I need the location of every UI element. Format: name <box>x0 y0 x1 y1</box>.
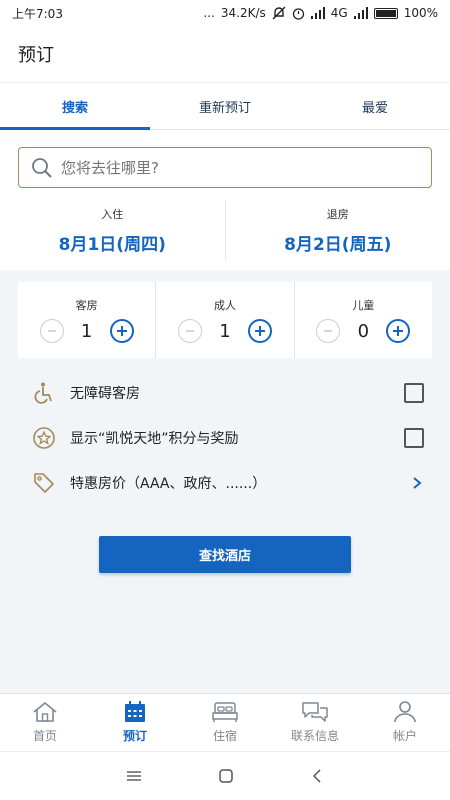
nav-account[interactable]: 帐户 <box>360 694 450 751</box>
nav-booking-label: 预订 <box>122 729 147 743</box>
accessible-room-label: 无障碍客房 <box>70 386 140 402</box>
page-title: 预订 <box>18 45 54 66</box>
check-out-label: 退房 <box>326 207 349 221</box>
show-points-checkbox[interactable] <box>404 428 424 448</box>
back-icon[interactable] <box>310 768 324 784</box>
tab-label: 重新预订 <box>198 100 251 116</box>
nav-stays[interactable]: 住宿 <box>180 694 270 751</box>
system-nav-bar <box>0 751 450 800</box>
star-badge-icon <box>30 424 58 452</box>
children-counter: 儿童 0 <box>293 282 432 358</box>
special-rates-label: 特惠房价（AAA、政府、......） <box>70 476 267 492</box>
tab-label: 搜索 <box>61 100 88 116</box>
children-increment-button[interactable] <box>386 319 411 343</box>
network-type: 4G <box>330 6 348 20</box>
tab-bar: 搜索 重新预订 最爱 <box>0 82 450 130</box>
nav-home-label: 首页 <box>32 729 57 743</box>
search-icon <box>32 157 52 178</box>
plus-icon <box>254 326 265 336</box>
nav-booking[interactable]: 预订 <box>90 694 180 751</box>
chevron-right-icon <box>413 477 422 489</box>
status-dots: ... <box>203 6 215 20</box>
tag-icon <box>30 469 58 497</box>
children-value: 0 <box>357 320 370 342</box>
wheelchair-icon <box>30 379 58 407</box>
menu-icon[interactable] <box>126 769 142 783</box>
children-label: 儿童 <box>352 299 375 312</box>
check-in-date[interactable]: 入住 8月1日(周四) <box>0 200 225 260</box>
rooms-decrement-button[interactable] <box>39 319 64 343</box>
rooms-label: 客房 <box>75 299 98 312</box>
tab-search[interactable]: 搜索 <box>0 83 150 130</box>
accessible-room-option[interactable]: 无障碍客房 <box>30 378 424 408</box>
calendar-icon <box>125 701 145 722</box>
accessible-room-checkbox[interactable] <box>404 383 424 403</box>
adults-decrement-button[interactable] <box>177 319 202 343</box>
home-icon <box>33 701 57 722</box>
status-icons: ... 34.2K/s 4G 100% <box>203 6 438 20</box>
search-section: 入住 8月1日(周四) 退房 8月2日(周五) <box>0 130 450 270</box>
adults-increment-button[interactable] <box>247 319 272 343</box>
person-icon <box>394 701 416 723</box>
find-hotels-button[interactable]: 查找酒店 <box>99 536 351 573</box>
plus-icon <box>116 326 127 336</box>
check-out-date[interactable]: 退房 8月2日(周五) <box>224 200 450 260</box>
status-time: 上午7:03 <box>12 6 63 21</box>
adults-label: 成人 <box>213 299 236 312</box>
battery-level: 100% <box>403 6 438 20</box>
bed-icon <box>212 702 238 722</box>
destination-search[interactable] <box>18 147 432 188</box>
minus-icon <box>47 330 56 332</box>
nav-contact-label: 联系信息 <box>290 729 339 743</box>
destination-input[interactable] <box>61 158 401 177</box>
nav-stays-label: 住宿 <box>212 729 237 743</box>
plus-icon <box>393 326 404 336</box>
chat-icon <box>302 702 328 722</box>
show-points-label: 显示“凯悦天地”积分与奖励 <box>70 431 239 447</box>
nav-contact[interactable]: 联系信息 <box>270 694 360 751</box>
battery-icon <box>373 7 398 19</box>
guest-counters: 客房 1 成人 1 儿童 0 <box>18 282 432 358</box>
home-square-icon[interactable] <box>218 768 234 784</box>
tab-favorites[interactable]: 最爱 <box>300 83 450 129</box>
check-in-value: 8月1日(周四) <box>58 234 166 255</box>
show-points-option[interactable]: 显示“凯悦天地”积分与奖励 <box>30 423 424 453</box>
alarm-icon <box>292 7 304 20</box>
children-decrement-button[interactable] <box>316 319 341 343</box>
nav-account-label: 帐户 <box>392 729 417 743</box>
nav-home[interactable]: 首页 <box>0 694 90 751</box>
tab-rebook[interactable]: 重新预订 <box>150 83 300 129</box>
tab-label: 最爱 <box>361 100 388 116</box>
special-rates-option[interactable]: 特惠房价（AAA、政府、......） <box>30 468 424 498</box>
minus-icon <box>185 330 194 332</box>
date-selector: 入住 8月1日(周四) 退房 8月2日(周五) <box>0 200 450 260</box>
check-in-label: 入住 <box>101 207 124 221</box>
no-notification-icon <box>272 6 286 20</box>
signal-icon-2 <box>353 7 368 19</box>
minus-icon <box>324 330 333 332</box>
network-speed: 34.2K/s <box>220 6 266 20</box>
rooms-counter: 客房 1 <box>18 282 155 358</box>
adults-value: 1 <box>219 320 231 342</box>
rooms-value: 1 <box>80 320 93 342</box>
status-bar: 上午7:03 ... 34.2K/s 4G 100% <box>0 0 450 26</box>
check-out-value: 8月2日(周五) <box>284 234 392 255</box>
bottom-navigation: 首页 预订 住宿 联系信息 帐户 <box>0 693 450 751</box>
adults-counter: 成人 1 <box>155 282 293 358</box>
rooms-increment-button[interactable] <box>109 319 134 343</box>
app-bar: 预订 <box>0 26 450 82</box>
signal-icon <box>310 7 325 19</box>
